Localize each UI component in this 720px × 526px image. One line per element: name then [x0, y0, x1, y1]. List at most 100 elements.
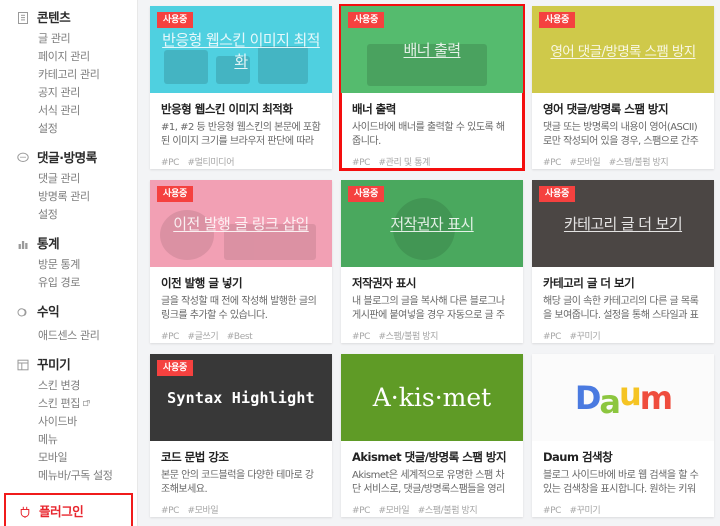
sidebar-item-format-manage[interactable]: 서식 관리	[0, 101, 137, 119]
sidebar-item-label: 페이지 관리	[38, 49, 90, 63]
plugin-tag[interactable]: #PC	[543, 332, 561, 342]
sidebar-group-contents: 콘텐츠 글 관리 페이지 관리 카테고리 관리 공지 관리 서식 관리 설정	[0, 6, 137, 137]
plugin-thumbnail-title: 배너 출력	[403, 41, 462, 59]
sidebar-item-visit-stats[interactable]: 방문 통계	[0, 255, 137, 273]
sidebar-item-notice-manage[interactable]: 공지 관리	[0, 83, 137, 101]
sidebar-item-menu[interactable]: 메뉴	[0, 430, 137, 448]
plugin-card[interactable]: 사용중 영어 댓글/방명록 스팸 방지 영어 댓글/방명록 스팸 방지 댓글 또…	[532, 6, 714, 169]
sidebar-item-label: 설정	[38, 207, 58, 221]
plugin-description: 본문 안의 코드블럭을 다양한 테마로 강조해보세요.	[161, 470, 314, 495]
plugin-tag[interactable]: #PC	[543, 506, 561, 516]
sidebar-item-guestbook-manage[interactable]: 방명록 관리	[0, 187, 137, 205]
plugin-tags: #PC #모바일 #스팸/불펌 방지	[543, 155, 703, 168]
sidebar: 콘텐츠 글 관리 페이지 관리 카테고리 관리 공지 관리 서식 관리 설정 댓…	[0, 0, 138, 526]
bar-chart-icon	[18, 240, 28, 249]
sidebar-item-contents-settings[interactable]: 설정	[0, 119, 137, 137]
sidebar-group-decorate: 꾸미기 스킨 변경 스킨 편집 사이드바 메뉴 모바일 메뉴바/구독 설정	[0, 353, 137, 484]
plugin-card[interactable]: A·kis·met Akismet 댓글/방명록 스팸 방지 Akismet은 …	[341, 354, 523, 517]
sidebar-group-header-stats[interactable]: 통계	[0, 232, 137, 255]
plugin-title: 저작권자 표시	[352, 276, 416, 290]
plugin-tag[interactable]: #모바일	[379, 506, 410, 516]
sidebar-group-header-comments[interactable]: 댓글·방명록	[0, 146, 137, 169]
plugin-card-body: 영어 댓글/방명록 스팸 방지 댓글 또는 방명록의 내용이 영어(ASCII)…	[532, 93, 714, 168]
sidebar-item-menubar-subscribe[interactable]: 메뉴바/구독 설정	[0, 466, 137, 484]
plugin-tag[interactable]: #스팸/불펌 방지	[609, 158, 669, 168]
akismet-logo: A·kis·met	[372, 383, 492, 412]
sidebar-item-label: 글 관리	[38, 31, 71, 45]
daum-logo-letter-u: u	[619, 374, 642, 413]
sidebar-group-stats: 통계 방문 통계 유입 경로	[0, 232, 137, 291]
sidebar-item-label: 방명록 관리	[38, 189, 90, 203]
plugin-description: Akismet은 세계적으로 유명한 스팸 차단 서비스로, 댓글/방명록스팸들…	[352, 470, 505, 495]
plugin-tag[interactable]: #모바일	[570, 158, 601, 168]
plugin-tag[interactable]: #멀티미디어	[188, 158, 235, 168]
sidebar-item-referrers[interactable]: 유입 경로	[0, 273, 137, 291]
sidebar-item-sidebar[interactable]: 사이드바	[0, 412, 137, 430]
plugin-tags: #PC #꾸미기	[543, 329, 703, 342]
plugin-description: 내 블로그의 글을 복사해 다른 블로그나 게시판에 붙여넣을 경우 자동으로 …	[352, 296, 505, 321]
sidebar-item-page-manage[interactable]: 페이지 관리	[0, 47, 137, 65]
sidebar-item-mobile[interactable]: 모바일	[0, 448, 137, 466]
plugin-card[interactable]: Daum Daum 검색창 블로그 사이드바에 바로 웹 검색을 할 수 있는 …	[532, 354, 714, 517]
plugin-tag[interactable]: #스팸/불펌 방지	[379, 332, 439, 342]
plugin-card[interactable]: 사용중 카테고리 글 더 보기 카테고리 글 더 보기 해당 글이 속한 카테고…	[532, 180, 714, 343]
sidebar-group-label: 통계	[37, 236, 60, 251]
plugin-card-selected[interactable]: 사용중 배너 출력 배너 출력 사이드바에 배너를 출력할 수 있도록 해 줍니…	[339, 4, 525, 171]
sidebar-group-header-contents[interactable]: 콘텐츠	[0, 6, 137, 29]
plugin-thumbnail-title: Syntax Highlight	[167, 388, 315, 407]
plugin-description: 블로그 사이드바에 바로 웹 검색을 할 수 있는 검색창을 표시합니다. 원하…	[543, 470, 699, 495]
sidebar-item-skin-change[interactable]: 스킨 변경	[0, 376, 137, 394]
plugin-description: 댓글 또는 방명록의 내용이 영어(ASCII)로만 작성되어 있을 경우, 스…	[543, 122, 699, 147]
sidebar-item-label: 서식 관리	[38, 103, 80, 117]
status-badge: 사용중	[348, 186, 384, 202]
plugin-card[interactable]: 사용중 반응형 웹스킨 이미지 최적화 반응형 웹스킨 이미지 최적화 #1, …	[150, 6, 332, 169]
sidebar-item-plugin-highlight: 플러그인	[4, 493, 133, 526]
plugin-tag[interactable]: #PC	[161, 158, 179, 168]
plugin-tag[interactable]: #꾸미기	[570, 332, 601, 342]
plugin-tag[interactable]: #PC	[352, 506, 370, 516]
sidebar-item-label: 메뉴	[38, 432, 58, 446]
sidebar-group-header-decorate[interactable]: 꾸미기	[0, 353, 137, 376]
plugin-tags: #PC #모바일 #스팸/불펌 방지	[352, 503, 512, 516]
sidebar-item-skin-edit[interactable]: 스킨 편집	[0, 394, 137, 412]
admin-page: 콘텐츠 글 관리 페이지 관리 카테고리 관리 공지 관리 서식 관리 설정 댓…	[0, 0, 720, 526]
plugin-card[interactable]: 사용중 이전 발행 글 링크 삽입 이전 발행 글 넣기 글을 작성할 때 전에…	[150, 180, 332, 343]
sidebar-item-adsense-manage[interactable]: 애드센스 관리	[0, 326, 137, 344]
plugin-card-grid: 사용중 반응형 웹스킨 이미지 최적화 반응형 웹스킨 이미지 최적화 #1, …	[150, 4, 714, 517]
sidebar-item-comment-manage[interactable]: 댓글 관리	[0, 169, 137, 187]
plugin-tag[interactable]: #PC	[161, 506, 179, 516]
plugin-thumbnail: Daum	[532, 354, 714, 441]
plugin-description: 글을 작성할 때 전에 작성해 발행한 글의 링크를 추가할 수 있습니다.	[161, 296, 317, 321]
plugin-thumbnail: 사용중 반응형 웹스킨 이미지 최적화	[150, 6, 332, 93]
sidebar-item-label: 댓글 관리	[38, 171, 80, 185]
plugin-thumbnail-title: 영어 댓글/방명록 스팸 방지	[550, 43, 696, 60]
sidebar-item-label: 모바일	[38, 450, 68, 464]
plugin-card[interactable]: 사용중 Syntax Highlight 코드 문법 강조 본문 안의 코드블럭…	[150, 354, 332, 517]
plugin-tag[interactable]: #스팸/불펌 방지	[418, 506, 478, 516]
plugin-card-body: 코드 문법 강조 본문 안의 코드블럭을 다양한 테마로 강조해보세요. #PC…	[150, 441, 332, 516]
plugin-card-body: 배너 출력 사이드바에 배너를 출력할 수 있도록 해 줍니다. #PC #관리…	[341, 93, 523, 168]
sidebar-item-label: 스킨 변경	[38, 378, 80, 392]
plugin-tag[interactable]: #PC	[352, 158, 370, 168]
status-badge: 사용중	[157, 360, 193, 376]
plugin-tag[interactable]: #관리 및 통계	[379, 158, 431, 168]
plugin-tag[interactable]: #Best	[227, 332, 253, 342]
sidebar-group-revenue: 수익 애드센스 관리	[0, 300, 137, 344]
plug-icon	[20, 506, 30, 518]
sidebar-item-category-manage[interactable]: 카테고리 관리	[0, 65, 137, 83]
plugin-tag[interactable]: #PC	[543, 158, 561, 168]
plugin-title: Daum 검색창	[543, 450, 613, 464]
document-icon	[18, 11, 28, 24]
sidebar-item-comments-settings[interactable]: 설정	[0, 205, 137, 223]
plugin-thumbnail: 사용중 이전 발행 글 링크 삽입	[150, 180, 332, 267]
plugin-tag[interactable]: #모바일	[188, 506, 219, 516]
sidebar-item-post-manage[interactable]: 글 관리	[0, 29, 137, 47]
plugin-tag[interactable]: #꾸미기	[570, 506, 601, 516]
plugin-card[interactable]: 사용중 저작권자 표시 저작권자 표시 내 블로그의 글을 복사해 다른 블로그…	[341, 180, 523, 343]
sidebar-item-plugin[interactable]: 플러그인	[6, 500, 131, 523]
plugin-tag[interactable]: #글쓰기	[188, 332, 219, 342]
sidebar-group-header-revenue[interactable]: 수익	[0, 300, 137, 323]
plugin-tag[interactable]: #PC	[352, 332, 370, 342]
plugin-tag[interactable]: #PC	[161, 332, 179, 342]
sidebar-item-label: 공지 관리	[38, 85, 80, 99]
